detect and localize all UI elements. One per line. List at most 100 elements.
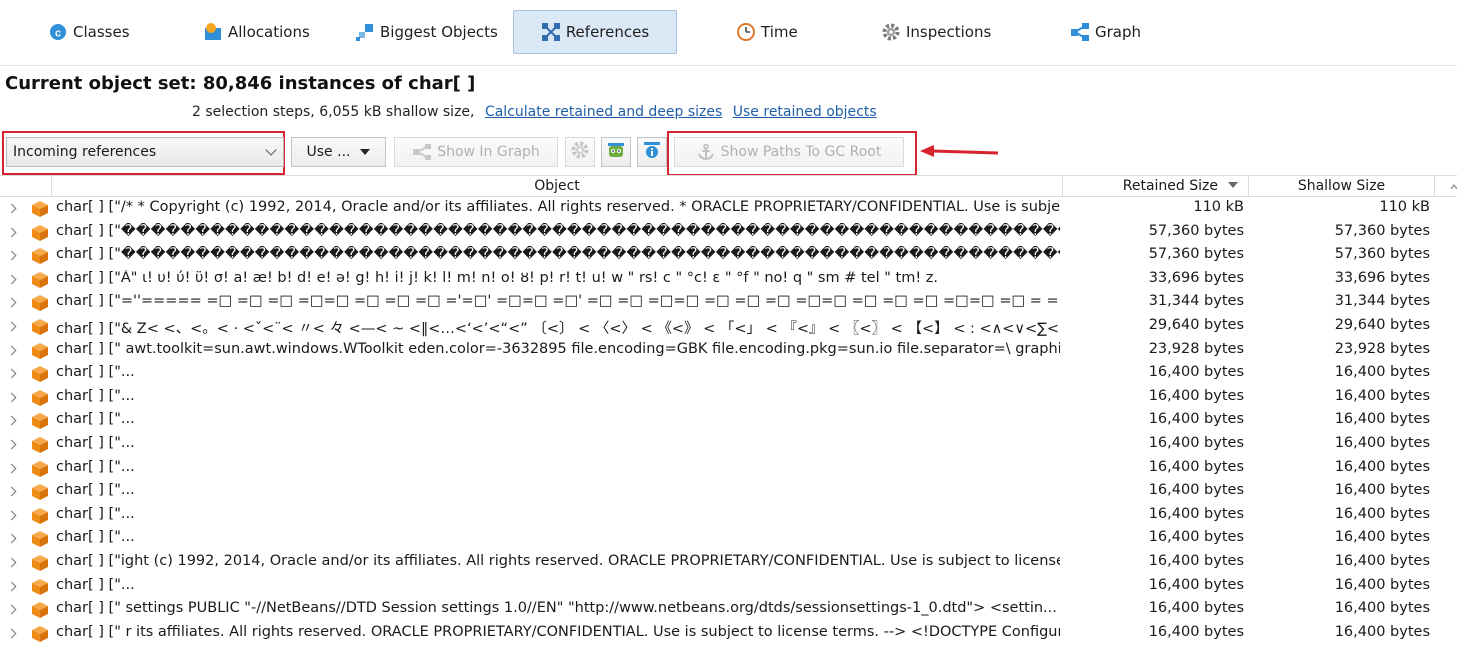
tab-classes[interactable]: c Classes: [48, 10, 130, 54]
table-row[interactable]: char[ ] [" awt.toolkit=sun.awt.windows.W…: [0, 339, 1457, 363]
table-row[interactable]: char[ ] ["ight (c) 1992, 2014, Oracle an…: [0, 551, 1457, 575]
filter-button[interactable]: [601, 137, 631, 167]
svg-text:c: c: [55, 28, 61, 40]
retained-size-value: 33,696 bytes: [1148, 269, 1244, 286]
info-button[interactable]: [637, 137, 667, 167]
table-row[interactable]: char[ ] ["... 16,400 bytes 16,400 bytes: [0, 362, 1457, 386]
table-row[interactable]: char[ ] ["=''===== =□ =□ =□ =□=□ =□ =□ =…: [0, 291, 1457, 315]
page-title: Current object set: 80,846 instances of …: [5, 73, 476, 94]
expand-chevron-icon[interactable]: [6, 510, 17, 521]
expand-chevron-icon[interactable]: [6, 203, 17, 214]
settings-button[interactable]: [565, 137, 595, 167]
retained-size-value: 16,400 bytes: [1148, 434, 1244, 451]
retained-size-label: Retained Size: [1122, 178, 1218, 194]
expand-chevron-icon[interactable]: [6, 415, 17, 426]
expand-chevron-icon[interactable]: [6, 321, 17, 332]
expand-chevron-icon[interactable]: [6, 392, 17, 403]
reference-type-value: Incoming references: [13, 144, 157, 160]
tab-allocations[interactable]: Allocations: [203, 10, 310, 54]
tab-graph[interactable]: Graph: [1070, 10, 1141, 54]
expand-chevron-icon[interactable]: [6, 227, 17, 238]
use-button[interactable]: Use ...: [291, 137, 386, 167]
expand-chevron-icon[interactable]: [6, 463, 17, 473]
object-value: char[ ] [" awt.toolkit=sun.awt.windows.W…: [56, 340, 1060, 357]
expand-chevron-icon[interactable]: [6, 250, 17, 261]
table-row[interactable]: char[ ] [" settings PUBLIC "-//NetBeans/…: [0, 598, 1457, 622]
table-row[interactable]: char[ ] ["������������������������������…: [0, 221, 1457, 245]
view-tab-bar: c Classes Allocations Biggest Objects Re…: [0, 0, 1457, 66]
array-object-icon: [30, 365, 50, 383]
info-icon: [642, 140, 662, 164]
object-value: char[ ] ["...: [56, 576, 135, 593]
shallow-size-value: 57,360 bytes: [1334, 246, 1430, 263]
table-row[interactable]: char[ ] ["������������������������������…: [0, 244, 1457, 268]
object-value: char[ ] ["...: [56, 387, 135, 404]
retained-size-value: 16,400 bytes: [1148, 482, 1244, 499]
expand-chevron-icon[interactable]: [6, 581, 17, 591]
array-object-icon: [30, 578, 50, 596]
table-row[interactable]: char[ ] ["/* * Copyright (c) 1992, 2014,…: [0, 197, 1457, 221]
object-value: char[ ] ["=''===== =□ =□ =□ =□=□ =□ =□ =…: [56, 293, 1060, 310]
tab-time[interactable]: Time: [736, 10, 798, 54]
expand-chevron-icon[interactable]: [6, 533, 17, 544]
selection-steps-text: 2 selection steps, 6,055 kB shallow size…: [192, 104, 475, 120]
expand-chevron-icon[interactable]: [6, 557, 17, 568]
retained-size-value: 110 kB: [1193, 199, 1244, 215]
column-header-retained-size[interactable]: Retained Size: [1063, 176, 1249, 197]
expand-chevron-icon[interactable]: [6, 628, 17, 639]
retained-size-value: 31,344 bytes: [1148, 293, 1244, 310]
table-row[interactable]: char[ ] ["... 16,400 bytes 16,400 bytes: [0, 527, 1457, 551]
table-row[interactable]: char[ ] ["... 16,400 bytes 16,400 bytes: [0, 575, 1457, 599]
shallow-size-value: 23,928 bytes: [1334, 340, 1430, 357]
show-paths-label: Show Paths To GC Root: [720, 144, 882, 160]
expand-chevron-icon[interactable]: [6, 345, 17, 356]
tab-inspections[interactable]: Inspections: [881, 10, 991, 54]
table-row[interactable]: char[ ] ["... 16,400 bytes 16,400 bytes: [0, 386, 1457, 410]
calculate-retained-link[interactable]: Calculate retained and deep sizes: [485, 104, 722, 120]
array-object-icon: [30, 436, 50, 454]
sort-descending-icon: [1228, 182, 1238, 188]
tab-biggest-objects[interactable]: Biggest Objects: [355, 10, 498, 54]
array-object-icon: [30, 342, 50, 360]
object-value: char[ ] ["...: [56, 482, 135, 499]
column-header-object[interactable]: Object: [52, 176, 1063, 197]
retained-size-value: 23,928 bytes: [1148, 340, 1244, 357]
gear-icon: [570, 140, 590, 164]
shallow-size-value: 16,400 bytes: [1334, 552, 1430, 569]
expand-chevron-icon[interactable]: [6, 439, 17, 450]
retained-size-value: 16,400 bytes: [1148, 552, 1244, 569]
table-row[interactable]: char[ ] ["... 16,400 bytes 16,400 bytes: [0, 433, 1457, 457]
array-object-icon: [30, 601, 50, 619]
object-value: char[ ] ["...: [56, 411, 135, 428]
expand-chevron-icon[interactable]: [6, 274, 17, 285]
reference-type-select[interactable]: Incoming references: [6, 137, 284, 167]
table-row[interactable]: char[ ] ["... 16,400 bytes 16,400 bytes: [0, 504, 1457, 528]
tab-references[interactable]: References: [513, 10, 677, 54]
expand-chevron-icon[interactable]: [6, 368, 17, 379]
expander-column-header: [0, 176, 52, 197]
object-table-body: char[ ] ["/* * Copyright (c) 1992, 2014,…: [0, 197, 1457, 645]
table-row[interactable]: char[ ] ["Ă" ι! υ! ύ! ϋ! σ! a! æ! b! d! …: [0, 268, 1457, 292]
use-retained-objects-link[interactable]: Use retained objects: [733, 104, 877, 120]
shallow-size-value: 29,640 bytes: [1334, 316, 1430, 333]
object-value: char[ ] ["...: [56, 364, 135, 381]
array-object-icon: [30, 389, 50, 407]
show-in-graph-button[interactable]: Show In Graph: [394, 137, 558, 167]
table-row[interactable]: char[ ] ["... 16,400 bytes 16,400 bytes: [0, 409, 1457, 433]
expand-chevron-icon[interactable]: [6, 604, 17, 615]
chevron-down-icon: [265, 144, 277, 156]
object-value: char[ ] ["...: [56, 434, 135, 451]
expand-chevron-icon[interactable]: [6, 486, 17, 497]
table-row[interactable]: char[ ] [" r its affiliates. All rights …: [0, 622, 1457, 645]
table-row[interactable]: char[ ] ["... 16,400 bytes 16,400 bytes: [0, 457, 1457, 481]
retained-size-value: 16,400 bytes: [1148, 600, 1244, 617]
table-row[interactable]: char[ ] ["& Z< <、<。< · <ˇ<¨< 〃< 々 <—< ~ …: [0, 315, 1457, 339]
column-header-shallow-size[interactable]: Shallow Size: [1249, 176, 1435, 197]
scroll-up-icon[interactable]: [1435, 176, 1457, 197]
retained-size-value: 29,640 bytes: [1148, 316, 1244, 333]
retained-size-value: 16,400 bytes: [1148, 576, 1244, 593]
show-paths-to-gc-root-button[interactable]: Show Paths To GC Root: [674, 137, 904, 167]
shallow-size-value: 16,400 bytes: [1334, 364, 1430, 381]
table-row[interactable]: char[ ] ["... 16,400 bytes 16,400 bytes: [0, 480, 1457, 504]
expand-chevron-icon[interactable]: [6, 297, 17, 308]
